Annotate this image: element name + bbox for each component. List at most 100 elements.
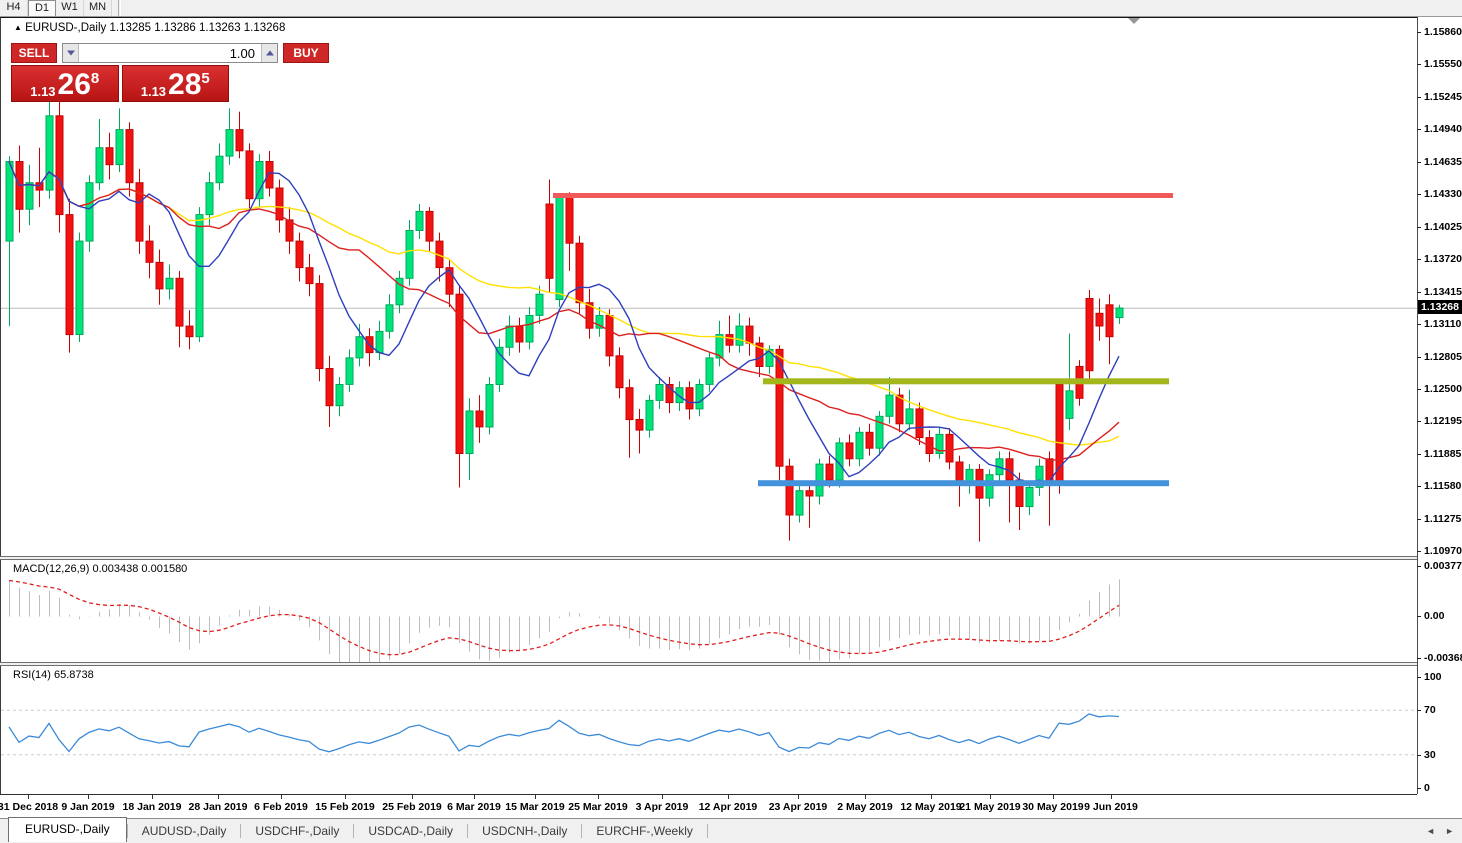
price-axis-label: 1.12805	[1424, 351, 1462, 363]
buy-price-display[interactable]: 1.13285	[122, 65, 230, 102]
date-label: 12 May 2019	[900, 801, 961, 813]
price-axis-label: 1.13110	[1424, 318, 1461, 330]
tab-usdchf-daily[interactable]: USDCHF-,Daily	[241, 820, 353, 843]
timeframe-d1-button[interactable]: D1	[28, 0, 56, 16]
macd-values: 0.003438 0.001580	[92, 563, 187, 575]
tab-usdcad-daily[interactable]: USDCAD-,Daily	[354, 820, 467, 843]
axis-tick	[1417, 162, 1421, 163]
price-axis-label: 1.15550	[1424, 58, 1462, 70]
buy-price-big: 28	[168, 71, 201, 99]
price-axis-label: 1.14025	[1424, 221, 1462, 233]
volume-input[interactable]	[79, 44, 261, 62]
series-end-marker-icon	[1128, 18, 1140, 24]
date-label: 15 Mar 2019	[505, 801, 565, 813]
toolbar-separator	[118, 0, 121, 16]
date-tick	[1053, 795, 1054, 799]
sell-price-display[interactable]: 1.13268	[11, 65, 119, 102]
date-label: 9 Jun 2019	[1084, 801, 1138, 813]
timeframe-h4-button[interactable]: H4	[0, 0, 28, 16]
tab-usdcnh-daily[interactable]: USDCNH-,Daily	[468, 820, 581, 843]
axis-tick	[1417, 486, 1421, 487]
sell-price-prefix: 1.13	[30, 84, 55, 99]
rsi-axis-label: 30	[1424, 749, 1436, 761]
date-tick	[1111, 795, 1112, 799]
price-axis-label: 1.14330	[1424, 188, 1462, 200]
date-label: 25 Feb 2019	[382, 801, 442, 813]
date-label: 6 Mar 2019	[447, 801, 501, 813]
date-label: 30 May 2019	[1022, 801, 1083, 813]
price-axis-label: 1.13720	[1424, 253, 1462, 265]
macd-chart	[1, 560, 1417, 662]
date-label: 18 Jan 2019	[123, 801, 182, 813]
axis-tick	[1417, 194, 1421, 195]
buy-price-sup: 5	[201, 71, 209, 86]
tab-separator	[707, 824, 708, 838]
rsi-value: 65.8738	[54, 669, 94, 681]
date-tick	[218, 795, 219, 799]
date-tick	[931, 795, 932, 799]
date-label: 28 Jan 2019	[189, 801, 248, 813]
axis-tick	[1417, 454, 1421, 455]
date-axis[interactable]: 31 Dec 20189 Jan 201918 Jan 201928 Jan 2…	[0, 794, 1462, 818]
date-label: 9 Jan 2019	[61, 801, 114, 813]
sell-price-big: 26	[58, 71, 91, 99]
collapse-triangle-icon[interactable]: ▲	[14, 23, 22, 32]
axis-tick	[1417, 64, 1421, 65]
date-label: 21 May 2019	[959, 801, 1020, 813]
date-tick	[474, 795, 475, 799]
current-price-tag: 1.13268	[1418, 300, 1462, 314]
timeframe-mn-button[interactable]: MN	[84, 0, 112, 16]
axis-tick	[1417, 755, 1421, 756]
date-label: 6 Feb 2019	[254, 801, 308, 813]
price-axis-label: 1.14635	[1424, 156, 1462, 168]
axis-tick	[1417, 324, 1421, 325]
date-label: 2 May 2019	[837, 801, 892, 813]
volume-decrease-button[interactable]	[63, 44, 79, 62]
axis-tick	[1417, 519, 1421, 520]
rsi-chart	[1, 666, 1417, 794]
timeframe-w1-button[interactable]: W1	[56, 0, 84, 16]
tab-eurusd-daily[interactable]: EURUSD-,Daily	[8, 817, 127, 842]
chart-tab-bar: EURUSD-,Daily AUDUSD-,Daily USDCHF-,Dail…	[0, 818, 1462, 843]
rsi-panel[interactable]: RSI(14) 65.8738	[0, 666, 1417, 794]
axis-tick	[1417, 97, 1421, 98]
one-click-trading-widget: SELL BUY 1.13268 1.13285	[11, 43, 229, 102]
axis-tick	[1417, 677, 1421, 678]
price-axis-label: 1.12195	[1424, 415, 1462, 427]
rsi-label: RSI(14) 65.8738	[13, 669, 94, 681]
date-label: 3 Apr 2019	[636, 801, 689, 813]
price-chart-panel[interactable]: ▲ EURUSD-,Daily 1.13285 1.13286 1.13263 …	[0, 17, 1417, 556]
date-label: 15 Feb 2019	[315, 801, 375, 813]
tab-audusd-daily[interactable]: AUDUSD-,Daily	[128, 820, 241, 843]
date-tick	[535, 795, 536, 799]
date-tick	[598, 795, 599, 799]
buy-button[interactable]: BUY	[283, 43, 329, 63]
macd-axis-label: 0.003777	[1424, 560, 1462, 572]
price-axis-label: 1.11885	[1424, 448, 1461, 460]
price-axis[interactable]: 1.158601.155501.152451.149401.146351.143…	[1417, 17, 1462, 818]
macd-panel[interactable]: MACD(12,26,9) 0.003438 0.001580	[0, 560, 1417, 662]
tab-scroll-left-icon[interactable]: ◄	[1426, 825, 1435, 837]
tab-scroll-right-icon[interactable]: ►	[1445, 825, 1454, 837]
rsi-axis-label: 70	[1424, 704, 1436, 716]
date-tick	[281, 795, 282, 799]
macd-axis-label: 0.00	[1424, 610, 1444, 622]
axis-tick	[1417, 292, 1421, 293]
price-axis-label: 1.12500	[1424, 383, 1462, 395]
date-tick	[88, 795, 89, 799]
axis-tick	[1417, 421, 1421, 422]
tab-eurchf-weekly[interactable]: EURCHF-,Weekly	[582, 820, 706, 843]
axis-tick	[1417, 227, 1421, 228]
symbol-period-label: EURUSD-,Daily	[25, 22, 106, 34]
macd-label: MACD(12,26,9) 0.003438 0.001580	[13, 563, 187, 575]
buy-price-prefix: 1.13	[141, 84, 166, 99]
timeframe-toolbar: H4 D1 W1 MN	[0, 0, 1462, 17]
sell-button[interactable]: SELL	[11, 43, 57, 63]
sell-price-sup: 8	[91, 71, 99, 86]
volume-increase-button[interactable]	[261, 44, 277, 62]
axis-tick	[1417, 788, 1421, 789]
date-label: 12 Apr 2019	[699, 801, 758, 813]
axis-tick	[1417, 357, 1421, 358]
price-axis-label: 1.13415	[1424, 286, 1462, 298]
date-tick	[798, 795, 799, 799]
